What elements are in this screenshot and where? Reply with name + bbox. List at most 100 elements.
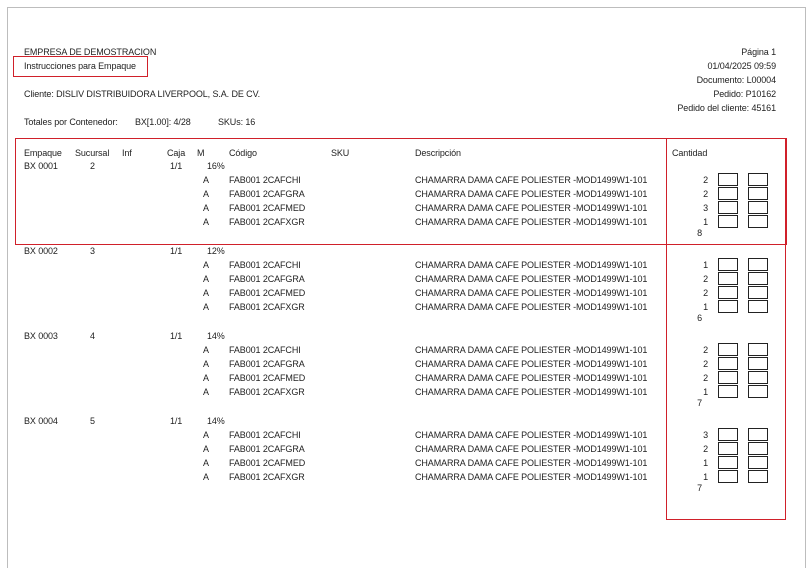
check-box[interactable] [748,215,768,228]
item-codigo: FAB001 2CAFXGR [229,302,305,312]
check-box[interactable] [718,258,738,271]
check-box[interactable] [718,286,738,299]
item-descripcion: CHAMARRA DAMA CAFE POLIESTER -MOD1499W1-… [415,189,648,199]
check-box[interactable] [748,187,768,200]
item-descripcion: CHAMARRA DAMA CAFE POLIESTER -MOD1499W1-… [415,359,648,369]
check-box[interactable] [718,173,738,186]
group-total-quantity: 6 [697,313,702,323]
group-empaque: BX 0001 [24,161,58,171]
check-box[interactable] [718,215,738,228]
item-m: A [203,472,209,482]
item-m: A [203,217,209,227]
group-percentage: 14% [207,331,225,341]
document-number: Documento: L00004 [696,75,776,85]
item-descripcion: CHAMARRA DAMA CAFE POLIESTER -MOD1499W1-… [415,430,648,440]
client-order-number: Pedido del cliente: 45161 [677,103,776,113]
check-box[interactable] [718,272,738,285]
item-codigo: FAB001 2CAFMED [229,458,306,468]
group-percentage: 14% [207,416,225,426]
item-codigo: FAB001 2CAFCHI [229,345,301,355]
check-box[interactable] [748,428,768,441]
group-sucursal: 5 [90,416,95,426]
item-quantity: 1 [703,472,708,482]
item-quantity: 1 [703,260,708,270]
item-descripcion: CHAMARRA DAMA CAFE POLIESTER -MOD1499W1-… [415,260,648,270]
check-box[interactable] [718,343,738,356]
item-codigo: FAB001 2CAFGRA [229,359,305,369]
item-codigo: FAB001 2CAFCHI [229,175,301,185]
item-quantity: 2 [703,345,708,355]
check-box[interactable] [748,371,768,384]
item-descripcion: CHAMARRA DAMA CAFE POLIESTER -MOD1499W1-… [415,444,648,454]
check-box[interactable] [748,258,768,271]
item-m: A [203,345,209,355]
group-empaque: BX 0002 [24,246,58,256]
item-m: A [203,302,209,312]
item-quantity: 1 [703,387,708,397]
check-box[interactable] [748,442,768,455]
check-box[interactable] [748,385,768,398]
item-quantity: 1 [703,458,708,468]
check-box[interactable] [718,456,738,469]
group-caja: 1/1 [170,161,183,171]
check-box[interactable] [718,385,738,398]
check-box[interactable] [748,456,768,469]
item-quantity: 2 [703,444,708,454]
check-box[interactable] [718,201,738,214]
item-descripcion: CHAMARRA DAMA CAFE POLIESTER -MOD1499W1-… [415,203,648,213]
item-quantity: 2 [703,288,708,298]
check-box[interactable] [718,442,738,455]
group-total-quantity: 7 [697,483,702,493]
order-number: Pedido: P10162 [713,89,776,99]
group-total-quantity: 8 [697,228,702,238]
check-box[interactable] [718,428,738,441]
item-m: A [203,288,209,298]
item-quantity: 2 [703,189,708,199]
check-box[interactable] [748,357,768,370]
check-box[interactable] [748,343,768,356]
item-codigo: FAB001 2CAFGRA [229,189,305,199]
item-quantity: 3 [703,203,708,213]
group-caja: 1/1 [170,416,183,426]
check-box[interactable] [748,272,768,285]
check-box[interactable] [718,470,738,483]
item-quantity: 2 [703,175,708,185]
group-empaque: BX 0003 [24,331,58,341]
item-m: A [203,387,209,397]
check-box[interactable] [718,187,738,200]
item-quantity: 2 [703,274,708,284]
item-codigo: FAB001 2CAFXGR [229,472,305,482]
item-m: A [203,444,209,454]
group-percentage: 12% [207,246,225,256]
item-descripcion: CHAMARRA DAMA CAFE POLIESTER -MOD1499W1-… [415,175,648,185]
check-box[interactable] [718,357,738,370]
group-caja: 1/1 [170,331,183,341]
item-m: A [203,203,209,213]
item-m: A [203,359,209,369]
item-descripcion: CHAMARRA DAMA CAFE POLIESTER -MOD1499W1-… [415,274,648,284]
page-number: Página 1 [741,47,776,57]
item-codigo: FAB001 2CAFGRA [229,274,305,284]
item-m: A [203,260,209,270]
item-descripcion: CHAMARRA DAMA CAFE POLIESTER -MOD1499W1-… [415,387,648,397]
group-sucursal: 2 [90,161,95,171]
item-codigo: FAB001 2CAFXGR [229,387,305,397]
report-datetime: 01/04/2025 09:59 [707,61,777,71]
item-m: A [203,189,209,199]
check-box[interactable] [748,201,768,214]
totals-skus: SKUs: 16 [218,117,256,127]
item-m: A [203,175,209,185]
check-box[interactable] [748,286,768,299]
item-codigo: FAB001 2CAFMED [229,373,306,383]
check-box[interactable] [718,371,738,384]
check-box[interactable] [718,300,738,313]
item-m: A [203,373,209,383]
item-codigo: FAB001 2CAFMED [229,288,306,298]
check-box[interactable] [748,173,768,186]
item-descripcion: CHAMARRA DAMA CAFE POLIESTER -MOD1499W1-… [415,288,648,298]
check-box[interactable] [748,470,768,483]
totals-bx: BX[1.00]: 4/28 [135,117,191,127]
item-codigo: FAB001 2CAFCHI [229,430,301,440]
check-box[interactable] [748,300,768,313]
item-codigo: FAB001 2CAFXGR [229,217,305,227]
